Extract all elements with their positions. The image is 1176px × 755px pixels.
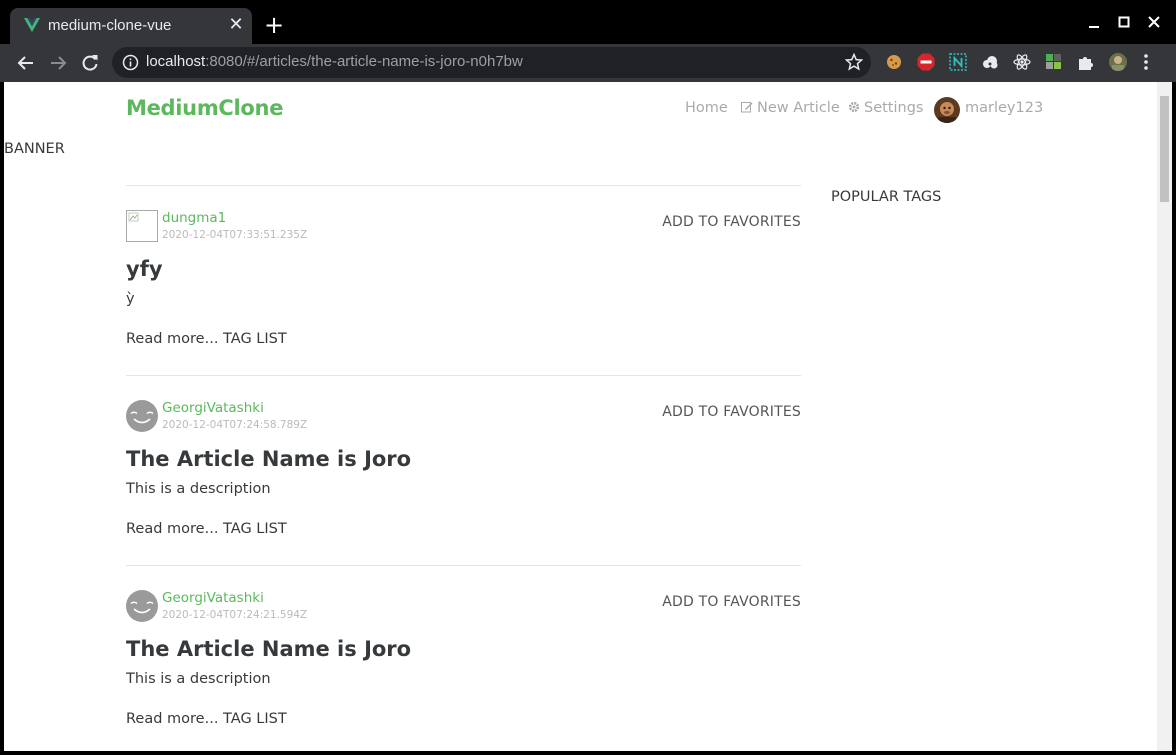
react-icon[interactable]	[1013, 53, 1031, 71]
reload-icon[interactable]	[76, 49, 104, 77]
article-title[interactable]: The Article Name is Joro	[126, 447, 411, 471]
bookmark-star-icon[interactable]	[845, 53, 863, 71]
url-text: localhost:8080/#/articles/the-article-na…	[146, 53, 523, 70]
minimize-icon[interactable]	[1082, 12, 1106, 34]
tag-list: TAG LIST	[223, 331, 287, 347]
adblock-icon[interactable]	[917, 53, 935, 71]
cloud-icon[interactable]	[981, 53, 999, 71]
article-date: 2020-12-04T07:24:58.789Z	[162, 419, 308, 431]
author-avatar[interactable]	[126, 400, 158, 432]
puzzle-icon[interactable]	[1077, 53, 1095, 71]
info-icon[interactable]	[122, 54, 139, 71]
tag-list: TAG LIST	[223, 521, 287, 537]
browser-toolbar: localhost:8080/#/articles/the-article-na…	[0, 44, 1176, 82]
tag-list: TAG LIST	[223, 711, 287, 727]
nav-settings[interactable]: Settings	[848, 100, 923, 116]
url-host: localhost	[146, 53, 206, 70]
profile-icon[interactable]	[1109, 53, 1127, 71]
tag-icon[interactable]	[1045, 53, 1063, 71]
read-more-link[interactable]: Read more...	[126, 521, 218, 537]
article-title[interactable]: The Article Name is Joro	[126, 637, 411, 661]
browser-window: medium-clone-vue ✕ + localhost:8080/#/ar…	[0, 0, 1176, 755]
nav-settings-label: Settings	[864, 100, 924, 116]
read-more-link[interactable]: Read more...	[126, 711, 218, 727]
window-border	[0, 751, 1176, 755]
article-date: 2020-12-04T07:24:21.594Z	[162, 609, 308, 621]
nav-new-article-label: New Article	[757, 100, 840, 116]
address-bar[interactable]: localhost:8080/#/articles/the-article-na…	[112, 47, 871, 78]
brand-logo[interactable]: MediumClone	[126, 96, 283, 120]
close-window-icon[interactable]	[1142, 12, 1166, 34]
banner: BANNER	[4, 141, 65, 157]
back-arrow-icon[interactable]	[12, 49, 40, 77]
page-content: MediumClone Home New Article Settings ma…	[4, 82, 1157, 751]
article-title[interactable]: yfy	[126, 257, 163, 281]
url-path: :8080/#/articles/the-article-name-is-jor…	[205, 53, 523, 70]
article-preview: GeorgiVatashki 2020-12-04T07:24:58.789Z …	[126, 375, 801, 565]
tab-strip: medium-clone-vue ✕ +	[0, 0, 1176, 44]
article-preview: dungma1 2020-12-04T07:33:51.235Z ADD TO …	[126, 185, 801, 375]
author-avatar[interactable]	[126, 590, 158, 622]
menu-dots-icon[interactable]	[1141, 53, 1151, 71]
article-description: This is a description	[126, 481, 271, 497]
n-icon[interactable]	[949, 53, 967, 71]
author-link[interactable]: GeorgiVatashki	[162, 590, 264, 606]
article-footer: Read more... TAG LIST	[126, 331, 287, 347]
article-footer: Read more... TAG LIST	[126, 521, 287, 537]
author-link[interactable]: dungma1	[162, 210, 226, 226]
compose-icon	[741, 102, 753, 113]
cookie-icon[interactable]	[885, 53, 903, 71]
author-avatar[interactable]	[126, 210, 158, 242]
tab-close-icon[interactable]: ✕	[226, 15, 246, 35]
vue-icon	[24, 18, 40, 32]
article-description: ỳ	[126, 291, 135, 307]
read-more-link[interactable]: Read more...	[126, 331, 218, 347]
article-preview: GeorgiVatashki 2020-12-04T07:24:21.594Z …	[126, 565, 801, 751]
user-avatar[interactable]	[934, 97, 960, 123]
browser-tab[interactable]: medium-clone-vue ✕	[10, 8, 252, 44]
gear-icon	[848, 101, 860, 113]
maximize-icon[interactable]	[1112, 12, 1136, 34]
add-to-favorites-button[interactable]: ADD TO FAVORITES	[662, 404, 801, 420]
page-scrollbar[interactable]	[1157, 82, 1172, 751]
author-link[interactable]: GeorgiVatashki	[162, 400, 264, 416]
nav-home[interactable]: Home	[685, 100, 728, 116]
add-to-favorites-button[interactable]: ADD TO FAVORITES	[662, 594, 801, 610]
forward-arrow-icon[interactable]	[44, 49, 72, 77]
nav-user[interactable]: marley123	[965, 100, 1043, 116]
popular-tags-title: POPULAR TAGS	[831, 189, 942, 205]
article-date: 2020-12-04T07:33:51.235Z	[162, 229, 308, 241]
article-footer: Read more... TAG LIST	[126, 711, 287, 727]
add-to-favorites-button[interactable]: ADD TO FAVORITES	[662, 214, 801, 230]
new-tab-button[interactable]: +	[262, 13, 286, 38]
tab-title: medium-clone-vue	[48, 17, 172, 34]
article-description: This is a description	[126, 671, 271, 687]
nav-new-article[interactable]: New Article	[741, 100, 840, 116]
scrollbar-thumb[interactable]	[1160, 96, 1169, 202]
